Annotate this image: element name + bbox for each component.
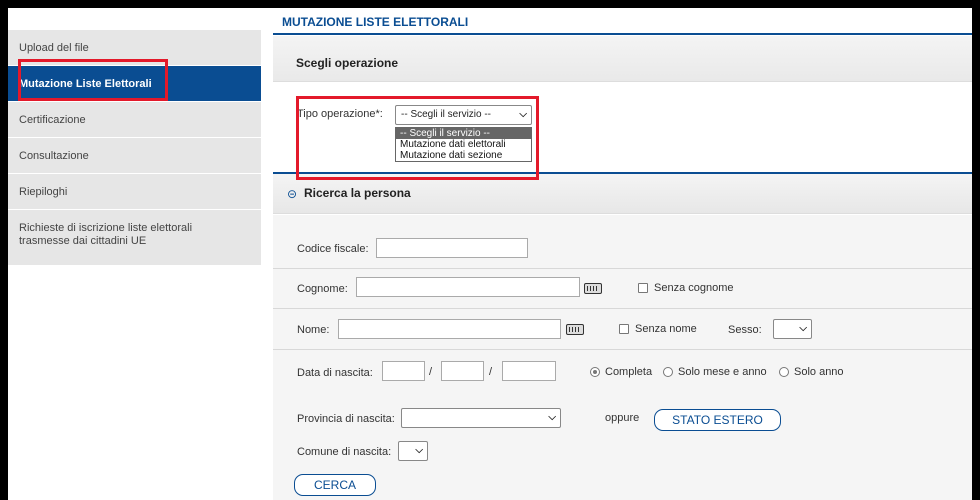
operazione-panel-title: Scegli operazione [296, 56, 399, 70]
operazione-panel-body [273, 82, 972, 172]
cerca-button[interactable]: CERCA [294, 474, 376, 496]
codice-fiscale-label: Codice fiscale: [297, 243, 369, 255]
cognome-input[interactable] [356, 277, 580, 297]
collapse-icon[interactable]: ⊝ [287, 187, 297, 201]
ricerca-panel-title: Ricerca la persona [304, 186, 411, 200]
oppure-label: oppure [605, 412, 640, 424]
date-separator: / [429, 366, 433, 378]
radio-completa-label: Completa [605, 366, 653, 378]
main-content: MUTAZIONE LISTE ELETTORALI Scegli operaz… [273, 8, 972, 500]
dropdown-option[interactable]: -- Scegli il servizio -- [396, 128, 531, 139]
stato-estero-button[interactable]: STATO ESTERO [654, 409, 781, 431]
tipo-operazione-select[interactable]: -- Scegli il servizio -- ⌵ [395, 105, 532, 125]
nome-label: Nome: [297, 324, 330, 336]
sidebar-item-mutazione[interactable]: Mutazione Liste Elettorali [8, 66, 261, 102]
anno-nascita-input[interactable] [502, 361, 556, 381]
dropdown-option[interactable]: Mutazione dati elettorali [396, 139, 531, 150]
nome-input[interactable] [338, 319, 561, 339]
giorno-nascita-input[interactable] [382, 361, 425, 381]
radio-solo-mese-anno[interactable] [663, 367, 673, 377]
senza-nome-checkbox[interactable] [619, 324, 629, 334]
sidebar-item-consultazione[interactable]: Consultazione [8, 138, 261, 174]
comune-nascita-select[interactable]: ⌵ [398, 441, 428, 461]
keyboard-icon[interactable] [566, 324, 584, 335]
row-divider [273, 308, 972, 309]
sidebar-item-riepiloghi[interactable]: Riepiloghi [8, 174, 261, 210]
tipo-operazione-label: Tipo operazione*: [297, 108, 383, 120]
senza-nome-label: Senza nome [635, 323, 697, 335]
chevron-down-icon: ⌵ [799, 323, 807, 334]
radio-solo-mese-anno-label: Solo mese e anno [678, 366, 767, 378]
date-separator: / [489, 366, 493, 378]
sesso-select[interactable]: ⌵ [773, 319, 812, 339]
comune-nascita-label: Comune di nascita: [297, 446, 392, 458]
sidebar-item-richieste-ue[interactable]: Richieste di iscrizione liste elettorali… [8, 210, 261, 266]
sesso-label: Sesso: [728, 324, 762, 336]
tipo-operazione-dropdown: -- Scegli il servizio -- Mutazione dati … [395, 127, 532, 162]
radio-solo-anno-label: Solo anno [794, 366, 844, 378]
cognome-label: Cognome: [297, 283, 348, 295]
chevron-down-icon: ⌵ [415, 445, 423, 456]
mese-nascita-input[interactable] [441, 361, 484, 381]
sidebar-item-certificazione[interactable]: Certificazione [8, 102, 261, 138]
senza-cognome-label: Senza cognome [654, 282, 734, 294]
row-divider [273, 268, 972, 269]
page-title: MUTAZIONE LISTE ELETTORALI [282, 15, 469, 29]
row-divider [273, 349, 972, 350]
title-divider [273, 33, 972, 35]
codice-fiscale-input[interactable] [376, 238, 528, 258]
senza-cognome-checkbox[interactable] [638, 283, 648, 293]
provincia-nascita-label: Provincia di nascita: [297, 413, 395, 425]
app-frame: Upload del file Mutazione Liste Elettora… [8, 8, 972, 500]
keyboard-icon[interactable] [584, 283, 602, 294]
sidebar-item-upload[interactable]: Upload del file [8, 30, 261, 66]
radio-solo-anno[interactable] [779, 367, 789, 377]
provincia-nascita-select[interactable]: ⌵ [401, 408, 561, 428]
chevron-down-icon: ⌵ [519, 109, 527, 120]
data-nascita-label: Data di nascita: [297, 367, 373, 379]
radio-completa[interactable] [590, 367, 600, 377]
ricerca-form: Codice fiscale: Cognome: Senza cognome N… [273, 215, 972, 500]
sidebar: Upload del file Mutazione Liste Elettora… [8, 30, 261, 266]
chevron-down-icon: ⌵ [548, 412, 556, 423]
dropdown-option[interactable]: Mutazione dati sezione [396, 150, 531, 161]
